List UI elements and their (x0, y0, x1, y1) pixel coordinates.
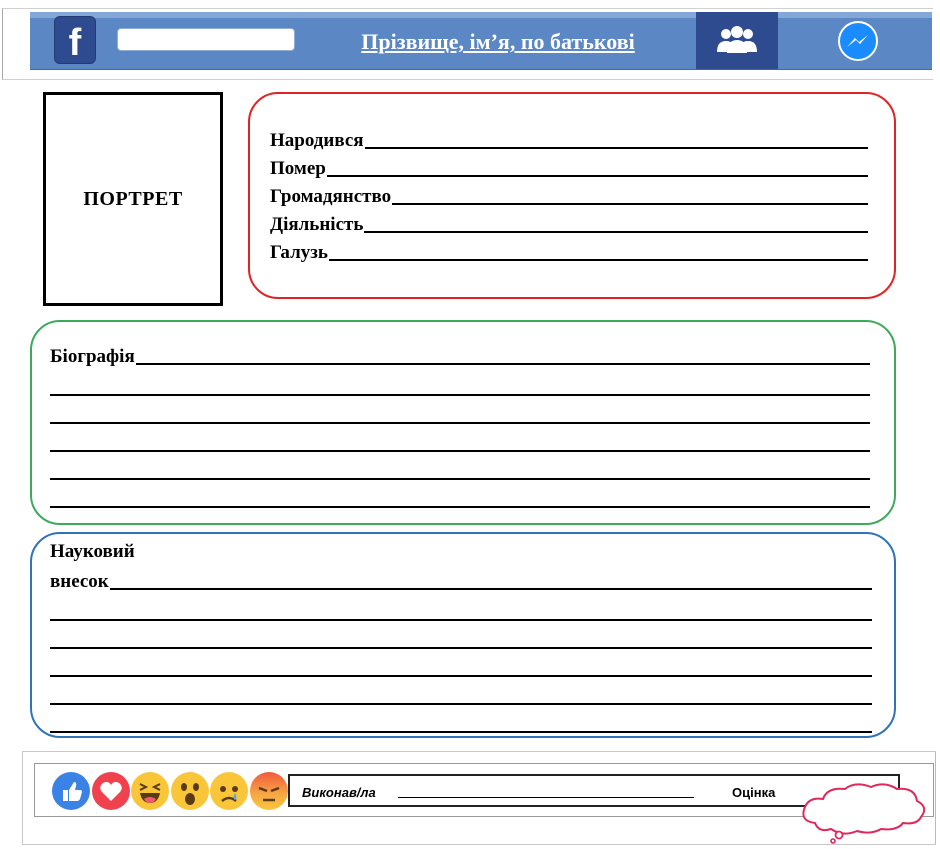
blank-line[interactable] (50, 452, 870, 480)
blank-line[interactable] (50, 705, 872, 733)
laughing-face-icon (139, 783, 161, 803)
science-fields: Науковий внесок (50, 539, 872, 733)
friends-button[interactable] (696, 12, 778, 69)
field-label: Народився (270, 130, 364, 151)
blank-line[interactable] (326, 175, 868, 177)
science-label-line1: Науковий (50, 541, 135, 562)
angry-reaction-button[interactable] (250, 772, 288, 810)
field-born: Народився (270, 124, 868, 152)
grade-cloud-icon[interactable] (793, 783, 935, 845)
sad-face-icon (220, 786, 238, 802)
field-activity: Діяльність (270, 208, 868, 236)
thumbs-up-icon (63, 782, 82, 801)
blank-line[interactable] (50, 480, 870, 508)
grade-label: Оцінка (732, 785, 776, 800)
surprised-face-icon (181, 783, 199, 805)
search-input[interactable] (117, 28, 295, 51)
wow-reaction-button[interactable] (171, 772, 209, 810)
blank-line[interactable] (50, 621, 872, 649)
blank-line[interactable] (328, 259, 868, 261)
friends-icon (717, 26, 757, 53)
field-branch: Галузь (270, 236, 868, 264)
blank-line[interactable] (364, 231, 868, 233)
header-bar-highlight (30, 12, 932, 18)
portrait-label: ПОРТРЕТ (83, 187, 183, 210)
science-label-line2: внесок (50, 571, 109, 592)
completed-by-label: Виконав/ла (302, 785, 376, 800)
biography-heading-row: Біографія (50, 340, 870, 368)
facebook-logo-icon[interactable]: f (54, 16, 96, 64)
science-heading-row: внесок (50, 565, 872, 593)
like-reaction-button[interactable] (52, 772, 90, 810)
messenger-icon (847, 35, 868, 47)
blank-line[interactable] (364, 147, 868, 149)
blank-line[interactable] (50, 368, 870, 396)
field-label: Помер (270, 158, 326, 179)
biography-label: Біографія (50, 346, 135, 367)
field-label: Діяльність (270, 214, 364, 235)
messenger-button[interactable] (838, 21, 878, 61)
field-citizenship: Громадянство (270, 180, 868, 208)
portrait-frame: ПОРТРЕТ (43, 92, 223, 306)
blank-line[interactable] (398, 797, 694, 798)
blank-line[interactable] (50, 677, 872, 705)
info-fields: Народився Помер Громадянство Діяльність … (270, 124, 868, 264)
field-label: Громадянство (270, 186, 392, 207)
love-reaction-button[interactable] (92, 772, 130, 810)
header-gap (50, 70, 230, 78)
blank-line[interactable] (50, 593, 872, 621)
heart-icon (100, 781, 122, 801)
haha-reaction-button[interactable] (131, 772, 169, 810)
sad-reaction-button[interactable] (210, 772, 248, 810)
page-title[interactable]: Прізвище, ім’я, по батькові (318, 24, 678, 60)
blank-line[interactable] (109, 588, 872, 590)
angry-face-icon (258, 786, 280, 802)
blank-line[interactable] (50, 649, 872, 677)
field-label: Галузь (270, 242, 328, 263)
blank-line[interactable] (392, 203, 868, 205)
field-died: Помер (270, 152, 868, 180)
blank-line[interactable] (135, 363, 870, 365)
blank-line[interactable] (50, 424, 870, 452)
blank-line[interactable] (50, 396, 870, 424)
biography-fields: Біографія (50, 340, 870, 508)
